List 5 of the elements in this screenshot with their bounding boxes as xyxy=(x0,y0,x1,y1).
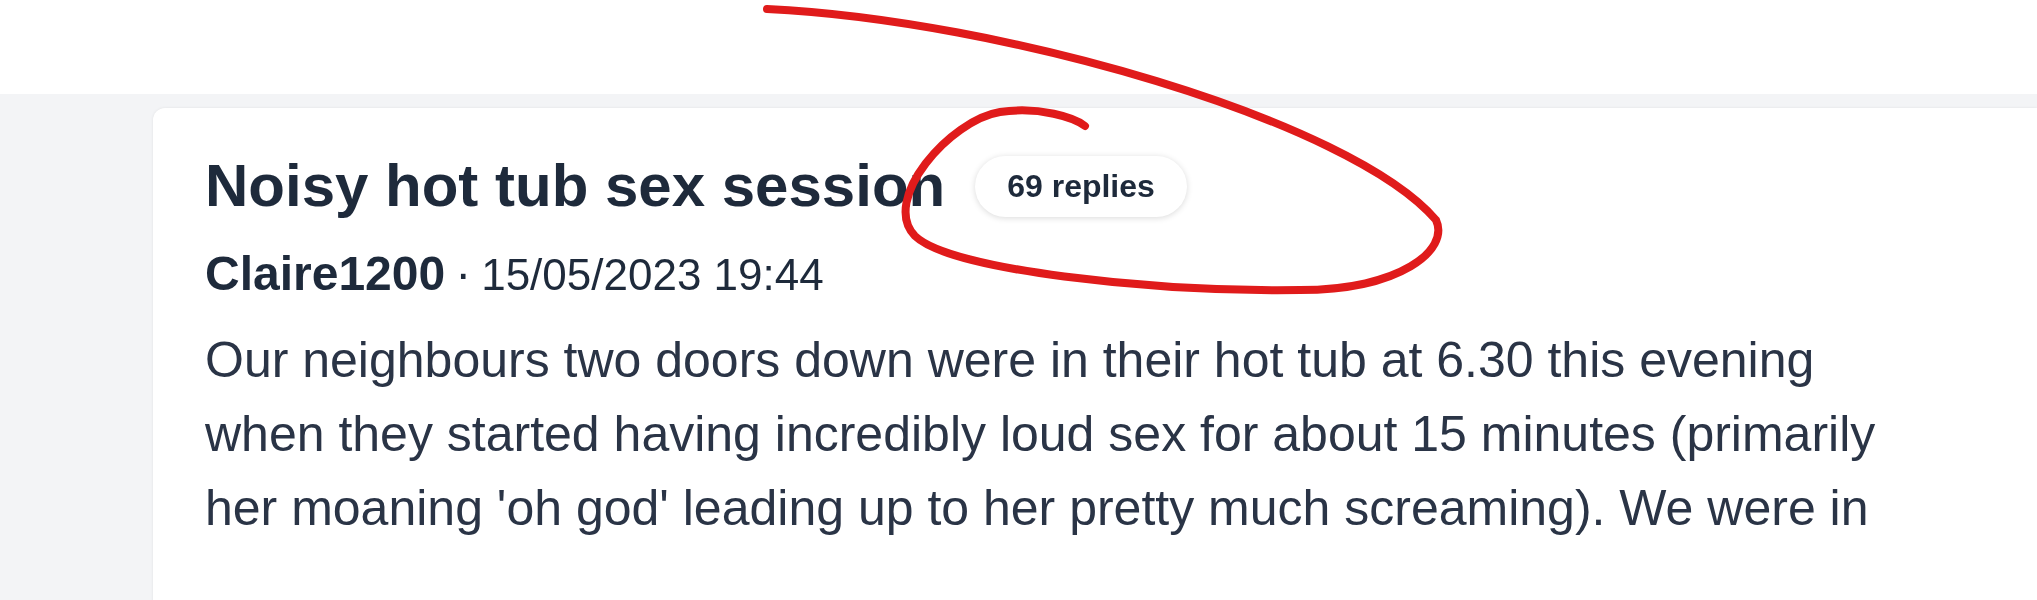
post-timestamp: 15/05/2023 19:44 xyxy=(481,250,824,300)
separator-dot: · xyxy=(455,246,472,301)
post-body: Our neighbours two doors down were in their hot tub at 6.30 this evening when they started having incredibly loud sex for about 15 minutes (primarily her moaning 'oh god' leading up to her pretty much screaming). We were in xyxy=(205,331,1877,538)
author-name[interactable]: Claire1200 xyxy=(205,246,446,301)
reply-count: 69 replies xyxy=(975,155,1187,217)
